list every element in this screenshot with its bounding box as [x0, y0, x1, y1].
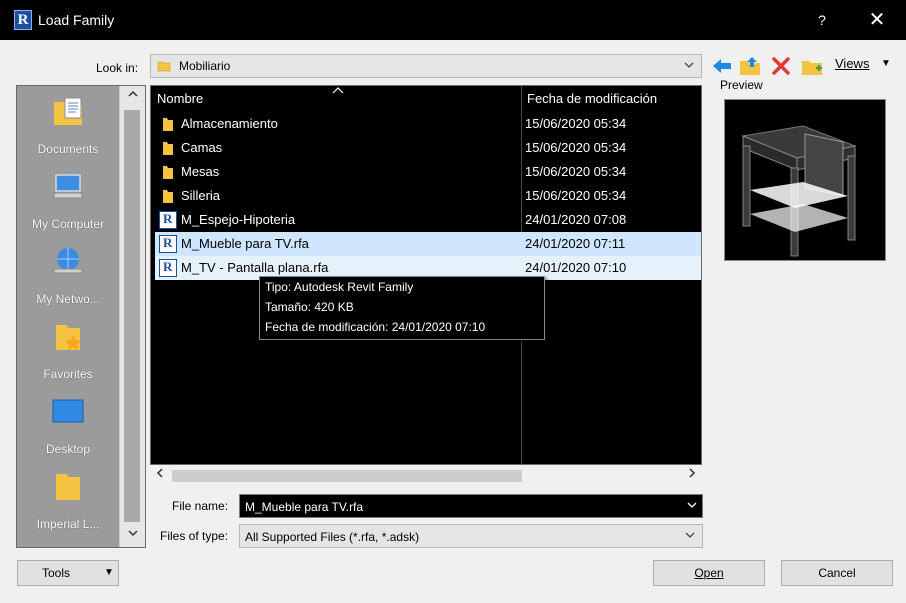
desktop-icon: [51, 394, 85, 428]
tooltip-date: Fecha de modificación: 24/01/2020 07:10: [265, 320, 486, 334]
new-folder-icon[interactable]: [800, 54, 824, 78]
file-name-input[interactable]: M_Mueble para TV.rfa: [239, 494, 703, 518]
folder-icon: [159, 139, 177, 157]
scroll-thumb[interactable]: [172, 470, 522, 482]
file-name: Mesas: [181, 164, 220, 179]
place-label: Documents: [37, 142, 99, 156]
column-header-date[interactable]: Fecha de modificación: [527, 86, 701, 112]
place-my-network[interactable]: My Netwo...: [17, 240, 119, 310]
look-in-value: Mobiliario: [179, 59, 231, 73]
tools-label: Tools: [42, 566, 71, 580]
look-in-dropdown[interactable]: Mobiliario: [150, 54, 702, 78]
open-label: Open: [694, 566, 724, 580]
files-of-type-value: All Supported Files (*.rfa, *.adsk): [245, 530, 420, 544]
list-item-selected[interactable]: M_Mueble para TV.rfa 24/01/2020 07:11: [155, 232, 701, 256]
sort-ascending-icon: [332, 86, 344, 97]
place-desktop[interactable]: Desktop: [17, 390, 119, 460]
revit-family-icon: [159, 211, 177, 229]
file-date: 15/06/2020 05:34: [525, 116, 627, 131]
place-my-computer[interactable]: My Computer: [17, 165, 119, 235]
list-item[interactable]: Camas 15/06/2020 05:34: [155, 136, 701, 160]
file-date: 15/06/2020 05:34: [525, 188, 627, 203]
folder-icon: [159, 163, 177, 181]
preview-label: Preview: [720, 78, 763, 92]
preview-image: [724, 99, 886, 261]
folder-icon: [157, 59, 171, 76]
place-documents[interactable]: Documents: [17, 90, 119, 160]
file-list[interactable]: Nombre Fecha de modificación Almacenamie…: [150, 85, 702, 465]
chevron-down-icon: [684, 528, 696, 545]
views-label: Views: [835, 56, 870, 71]
place-imperial-library[interactable]: Imperial L...: [17, 465, 119, 535]
list-item[interactable]: M_Espejo-Hipoteria 24/01/2020 07:08: [155, 208, 701, 232]
revit-app-icon: R: [14, 10, 32, 30]
file-name-value: M_Mueble para TV.rfa: [245, 500, 364, 514]
list-item[interactable]: Almacenamiento 15/06/2020 05:34: [155, 112, 701, 136]
file-name: M_Mueble para TV.rfa: [181, 236, 309, 251]
window-title: Load Family: [38, 12, 115, 28]
views-arrow-icon: ▼: [881, 58, 891, 69]
places-list: Documents My Computer My Netwo... Favori…: [17, 86, 119, 547]
scroll-left-icon[interactable]: [150, 465, 170, 485]
tooltip-size: Tamaño: 420 KB: [265, 300, 354, 314]
place-favorites[interactable]: Favorites: [17, 315, 119, 385]
place-label: Favorites: [43, 367, 93, 381]
file-date: 15/06/2020 05:34: [525, 140, 627, 155]
files-of-type-label: Files of type:: [160, 529, 229, 543]
chevron-down-icon: ▼: [104, 567, 114, 578]
imperial-library-icon: [51, 469, 85, 503]
file-name: Camas: [181, 140, 223, 155]
place-label: My Netwo...: [36, 292, 100, 306]
list-item[interactable]: Mesas 15/06/2020 05:34: [155, 160, 701, 184]
scroll-right-icon[interactable]: [682, 465, 702, 485]
help-button[interactable]: ?: [812, 10, 832, 30]
scroll-up-icon[interactable]: [120, 86, 146, 108]
my-computer-icon: [51, 169, 85, 203]
place-label: Imperial L...: [36, 517, 100, 531]
folder-icon: [159, 115, 177, 133]
chevron-down-icon: [683, 58, 695, 75]
file-date: 24/01/2020 07:11: [525, 236, 626, 251]
close-button[interactable]: ✕: [864, 8, 890, 32]
file-info-tooltip: Tipo: Autodesk Revit Family Tamaño: 420 …: [259, 276, 545, 340]
file-name: M_Espejo-Hipoteria: [181, 212, 296, 227]
places-bar: Documents My Computer My Netwo... Favori…: [16, 85, 146, 548]
cancel-label: Cancel: [818, 566, 856, 580]
favorites-icon: [51, 319, 85, 353]
file-name: M_TV - Pantalla plana.rfa: [181, 260, 329, 275]
file-date: 15/06/2020 05:34: [525, 164, 627, 179]
documents-icon: [51, 94, 85, 128]
delete-icon[interactable]: [769, 54, 793, 78]
file-list-hscrollbar[interactable]: [150, 465, 702, 485]
file-name: Silleria: [181, 188, 221, 203]
up-folder-icon[interactable]: [738, 54, 762, 78]
cancel-button[interactable]: Cancel: [781, 560, 893, 586]
place-label: Desktop: [45, 442, 91, 456]
file-name: Almacenamiento: [181, 116, 278, 131]
files-of-type-dropdown[interactable]: All Supported Files (*.rfa, *.adsk): [239, 524, 703, 548]
place-label: My Computer: [31, 217, 105, 231]
back-arrow-icon[interactable]: [710, 54, 734, 78]
views-menu-button[interactable]: Views ▼: [835, 56, 895, 76]
scroll-thumb[interactable]: [124, 110, 140, 522]
title-bar: R Load Family ? ✕: [0, 0, 906, 40]
tools-button[interactable]: Tools ▼: [17, 560, 119, 586]
file-name-label: File name:: [172, 499, 229, 513]
tooltip-type: Tipo: Autodesk Revit Family: [265, 280, 414, 294]
revit-family-icon: [159, 235, 177, 253]
file-date: 24/01/2020 07:08: [525, 212, 627, 227]
my-network-icon: [51, 244, 85, 278]
scroll-down-icon[interactable]: [120, 525, 146, 547]
open-button[interactable]: Open: [653, 560, 765, 586]
revit-family-icon: [159, 259, 177, 277]
folder-icon: [159, 187, 177, 205]
list-item[interactable]: Silleria 15/06/2020 05:34: [155, 184, 701, 208]
chevron-down-icon[interactable]: [687, 499, 697, 514]
places-scrollbar[interactable]: [119, 86, 145, 547]
file-date: 24/01/2020 07:10: [525, 260, 627, 275]
look-in-label: Look in:: [96, 61, 139, 75]
